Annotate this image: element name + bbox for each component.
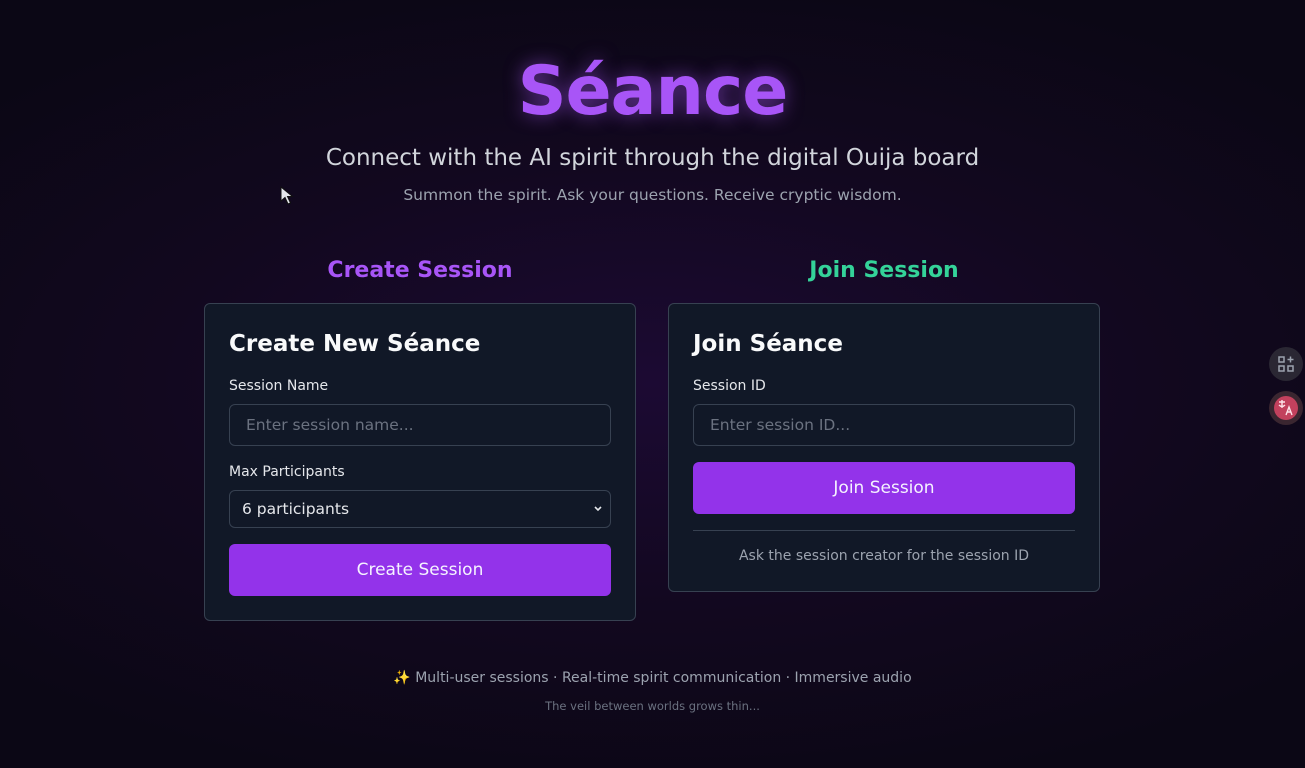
app-title: Séance [517, 52, 789, 131]
session-name-input[interactable] [229, 404, 611, 446]
apps-icon [1278, 356, 1294, 372]
app-subtitle: Connect with the AI spirit through the d… [325, 145, 980, 171]
max-participants-label: Max Participants [229, 464, 345, 480]
footer-features: ✨ Multi-user sessions · Real-time spirit… [393, 670, 912, 686]
join-card-title: Join Séance [693, 331, 843, 357]
translate-button[interactable] [1269, 391, 1303, 425]
translate-icon [1274, 396, 1298, 420]
create-session-card: Create New Séance Session Name Max Parti… [204, 303, 636, 621]
footer-note: The veil between worlds grows thin... [545, 699, 760, 713]
create-section-heading: Create Session [327, 258, 513, 283]
join-session-button[interactable]: Join Session [693, 462, 1075, 514]
session-id-input[interactable] [693, 404, 1075, 446]
mouse-cursor-icon [280, 186, 294, 205]
max-participants-select[interactable]: 6 participants [229, 490, 611, 528]
join-session-card: Join Séance Session ID Join Session Ask … [668, 303, 1100, 592]
max-participants-value: 6 participants [242, 500, 350, 518]
session-id-label: Session ID [693, 378, 766, 394]
chevron-down-icon [592, 491, 604, 541]
session-name-label: Session Name [229, 378, 329, 394]
create-session-button[interactable]: Create Session [229, 544, 611, 596]
create-card-title: Create New Séance [229, 331, 481, 357]
app-tagline: Summon the spirit. Ask your questions. R… [403, 186, 902, 204]
join-section-heading: Join Session [809, 258, 959, 283]
join-card-divider [693, 530, 1075, 531]
join-hint: Ask the session creator for the session … [738, 548, 1030, 564]
apps-button[interactable] [1269, 347, 1303, 381]
